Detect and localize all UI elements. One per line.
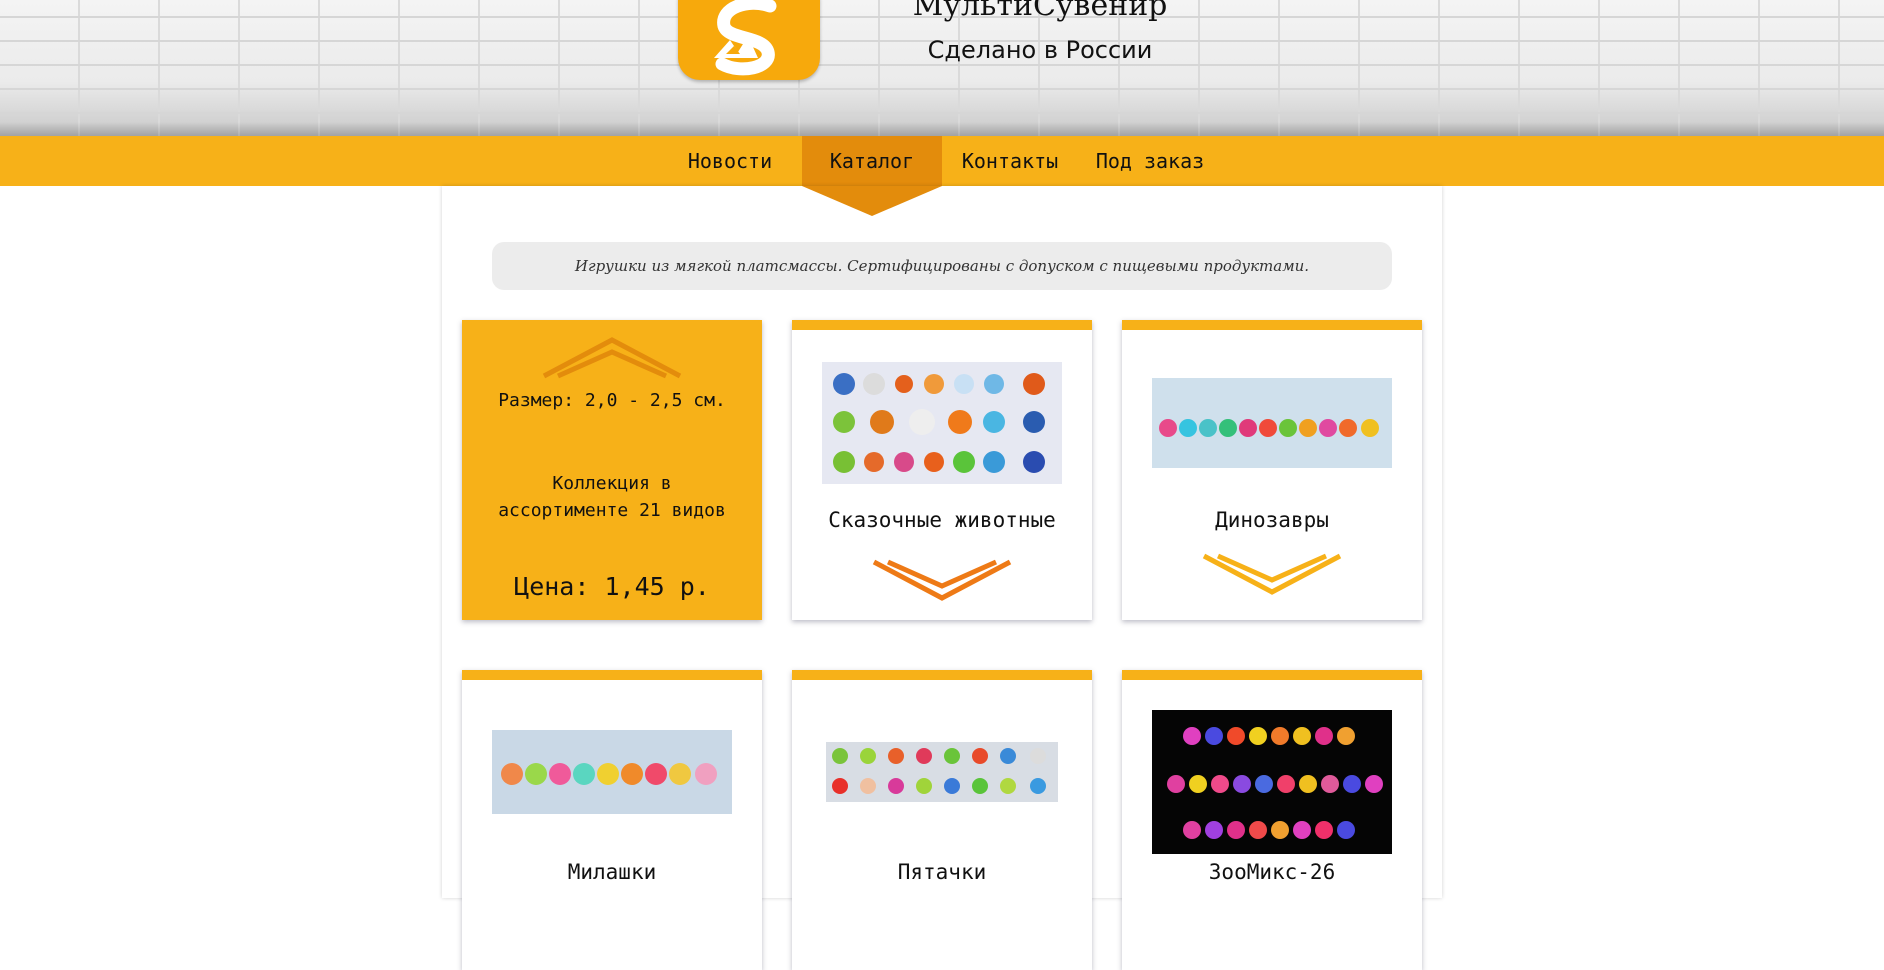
nav-item-catalog[interactable]: Каталог [802,136,942,186]
chevron-down-icon[interactable] [1200,552,1344,602]
card-title[interactable]: Сказочные животные [792,508,1092,532]
active-nav-pointer [802,186,942,216]
card-title[interactable]: Пятачки [792,860,1092,884]
chevron-up-icon[interactable] [540,330,684,380]
product-image [822,362,1062,484]
card-title[interactable]: Динозавры [1122,508,1422,532]
chevron-down-icon[interactable] [870,558,1014,608]
product-image [492,730,732,814]
info-card: Размер: 2,0 - 2,5 см. Коллекция в ассорт… [462,320,762,620]
catalog-notice: Игрушки из мягкой платсмассы. Сертифицир… [492,242,1392,290]
nav-item-custom-order[interactable]: Под заказ [1092,136,1208,186]
logo-s-icon[interactable] [678,0,820,80]
product-image [1152,378,1392,468]
info-price: Цена: 1,45 р. [514,572,710,601]
catalog-card[interactable]: Пятачки [792,670,1092,970]
nav-item-news[interactable]: Новости [672,136,788,186]
product-image [1152,710,1392,854]
header: МультиСувенир Сделано в России [0,0,1884,136]
site-subtitle: Сделано в России [927,36,1153,64]
catalog-card[interactable]: Динозавры [1122,320,1422,620]
catalog-card[interactable]: ЗооМикс-26 [1122,670,1422,970]
catalog-card[interactable]: Милашки [462,670,762,970]
catalog-card[interactable]: Сказочные животные [792,320,1092,620]
card-title[interactable]: Милашки [462,860,762,884]
info-size: Размер: 2,0 - 2,5 см. [498,390,726,411]
card-title[interactable]: ЗооМикс-26 [1122,860,1422,884]
main-nav: Новости Каталог Контакты Под заказ [0,136,1884,186]
info-collection: Коллекция в ассортименте 21 видов [498,473,726,521]
product-image [826,742,1058,802]
site-title: МультиСувенир [912,0,1168,23]
nav-item-contacts[interactable]: Контакты [952,136,1068,186]
